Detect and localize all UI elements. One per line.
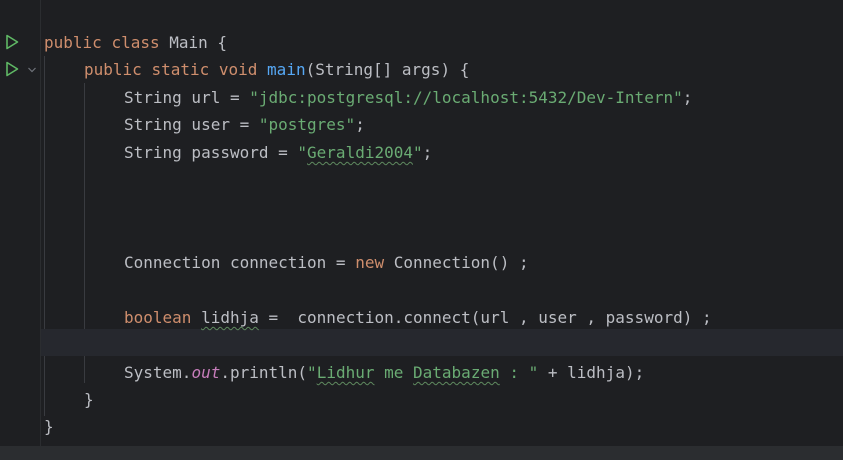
declaration: String user =: [124, 115, 259, 134]
closing-brace: }: [44, 417, 54, 436]
method-call: .println(: [220, 363, 308, 382]
keyword: class: [111, 33, 160, 52]
string-word: Lidhur: [316, 363, 375, 382]
code-line[interactable]: String url = "jdbc:postgresql://localhos…: [124, 84, 692, 111]
variable-name: lidhja: [201, 308, 259, 327]
closing-brace: }: [84, 390, 94, 409]
gutter-divider: [40, 0, 41, 446]
parameters: (String[] args) {: [305, 60, 470, 79]
string-word: : ": [499, 363, 539, 382]
string-literal: jdbc:postgresql://localhost:5432/Dev-Int…: [258, 88, 674, 107]
code-line[interactable]: }: [44, 413, 54, 440]
method-name: main: [267, 60, 306, 79]
keyword: public: [84, 60, 142, 79]
keyword: void: [218, 60, 258, 79]
string-literal: Geraldi2004: [307, 143, 413, 162]
code-line[interactable]: boolean lidhja = connection.connect(url …: [124, 304, 712, 331]
method-call: = connection.connect(url , user , passwo…: [258, 308, 712, 327]
current-line-highlight: [41, 329, 843, 356]
semicolon: ;: [682, 88, 693, 107]
code-line[interactable]: String user = "postgres";: [124, 111, 365, 138]
code-line[interactable]: public class Main {: [44, 29, 227, 56]
keyword: new: [355, 253, 385, 272]
semicolon: ;: [355, 115, 365, 134]
declaration: String password =: [124, 143, 298, 162]
run-class-icon[interactable]: [5, 34, 19, 50]
string-quote: ": [297, 143, 308, 162]
code-line[interactable]: String password = "Geraldi2004";: [124, 139, 432, 166]
code-line[interactable]: Connection connection = new Connection()…: [124, 249, 529, 276]
keyword: static: [151, 60, 210, 79]
string-word: me: [374, 363, 414, 382]
code-line[interactable]: }: [84, 386, 94, 413]
string-word: Databazen: [413, 363, 500, 382]
static-field: out: [191, 363, 221, 382]
declaration: String url =: [124, 88, 250, 107]
class-ref: System.: [124, 363, 192, 382]
constructor-call: Connection() ;: [384, 253, 529, 272]
string-quote: ": [673, 88, 683, 107]
semicolon: ;: [422, 143, 433, 162]
code-line[interactable]: public static void main(String[] args) {: [84, 56, 469, 83]
string-quote: ": [413, 143, 423, 162]
string-quote: ": [249, 88, 259, 107]
class-name: Main: [169, 33, 208, 52]
horizontal-scrollbar[interactable]: [0, 446, 843, 460]
indent-guide: [44, 56, 45, 416]
concat-expression: + lidhja);: [538, 363, 645, 382]
chevron-down-icon[interactable]: [27, 65, 37, 75]
string-quote: ": [307, 363, 317, 382]
run-main-icon[interactable]: [5, 61, 19, 77]
keyword: public: [44, 33, 102, 52]
keyword: boolean: [124, 308, 192, 327]
code-editor[interactable]: public class Main { public static void m…: [0, 0, 843, 460]
declaration: Connection connection =: [124, 253, 356, 272]
code-line[interactable]: System.out.println("Lidhur me Databazen …: [124, 359, 644, 386]
brace: {: [217, 33, 228, 52]
string-literal: "postgres": [258, 115, 356, 134]
